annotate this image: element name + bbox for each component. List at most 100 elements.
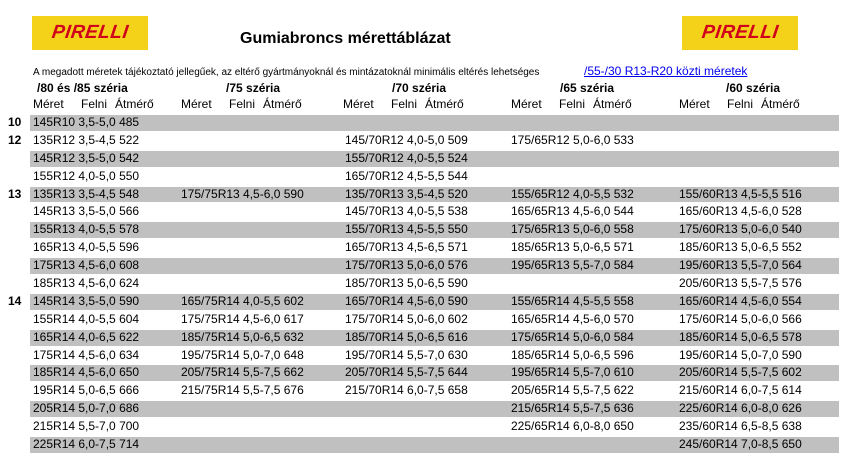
- column-label: Méret: [679, 97, 710, 111]
- tire-size-cell: 155R12 4,0-5,0 550: [33, 168, 140, 183]
- tire-size-cell: 155R14 4,0-5,5 604: [33, 311, 140, 326]
- series-header-60: /60 széria: [726, 81, 781, 95]
- table-row: 155R14 4,0-5,5 604 175/75R14 4,5-6,0 617 1…: [0, 311, 860, 329]
- column-label: Átmérő: [593, 97, 632, 111]
- tire-size-cell: 175/65R13 5,0-6,0 558: [511, 222, 634, 237]
- tire-size-cell: 195/70R14 5,5-7,0 630: [345, 347, 468, 362]
- tire-size-cell: 215/70R14 6,0-7,5 658: [345, 383, 468, 398]
- tire-size-cell: 165/65R14 4,5-6,0 570: [511, 311, 634, 326]
- column-label: Átmérő: [425, 97, 464, 111]
- tire-size-cell: 195/65R14 5,5-7,0 610: [511, 365, 634, 380]
- tire-size-cell: 195/65R13 5,5-7,0 584: [511, 258, 634, 273]
- tire-size-cell: 145R10 3,5-5,0 485: [33, 115, 140, 129]
- tire-size-cell: 175/70R13 5,0-6,0 576: [345, 258, 468, 273]
- tire-size-cell: 175/70R14 5,0-6,0 602: [345, 311, 468, 326]
- column-label: Felni: [81, 97, 108, 111]
- tire-size-cell: 225/65R14 6,0-8,0 650: [511, 419, 634, 434]
- table-row: 155R12 4,0-5,0 550 165/70R12 4,5-5,5 544: [0, 168, 860, 186]
- table-row: 165R14 4,0-6,5 622 185/75R14 5,0-6,5 632 1…: [0, 329, 860, 347]
- table-row: 175R13 4,5-6,0 608 175/70R13 5,0-6,0 576 1…: [0, 257, 860, 275]
- column-label: Felni: [391, 97, 418, 111]
- tire-size-cell: 155/60R13 4,5-5,5 516: [679, 186, 802, 201]
- logo-text: PIRELLI: [700, 22, 780, 43]
- tire-size-cell: 225/60R14 6,0-8,0 626: [679, 401, 802, 416]
- size-table: 10 145R10 3,5-5,0 485 12 135R12 3,5-4,5 522…: [0, 114, 860, 454]
- tire-size-cell: 245/60R14 7,0-8,5 650: [679, 437, 802, 452]
- column-label: Méret: [33, 97, 64, 111]
- tire-size-cell: 135/70R13 3,5-4,5 520: [345, 186, 468, 201]
- pirelli-logo-right: PIRELLI: [682, 16, 798, 50]
- column-label: Felni: [229, 97, 256, 111]
- tire-size-cell: 205/75R14 5,5-7,5 662: [181, 365, 304, 380]
- tire-size-cell: 185/70R14 5,0-6,5 616: [345, 329, 468, 344]
- column-label: Méret: [181, 97, 212, 111]
- tire-size-cell: 165/70R13 4,5-6,5 571: [345, 240, 468, 255]
- series-header-65: /65 széria: [560, 81, 615, 95]
- tire-size-cell: 175/75R14 4,5-6,0 617: [181, 311, 304, 326]
- tire-size-cell: 225R14 6,0-7,5 714: [33, 437, 140, 452]
- column-label: Felni: [727, 97, 754, 111]
- disclaimer-note: A megadott méretek tájékoztató jellegűek…: [33, 67, 540, 78]
- tire-size-cell: 205/60R14 5,5-7,5 602: [679, 365, 802, 380]
- rim-size-label: 13: [8, 186, 22, 201]
- series-header-75: /75 széria: [226, 81, 281, 95]
- column-label: Felni: [559, 97, 586, 111]
- tire-size-cell: 175/65R12 5,0-6,0 533: [511, 132, 634, 147]
- tire-size-cell: 165/70R14 4,5-6,0 590: [345, 293, 468, 308]
- tire-size-cell: 195R14 5,0-6,5 666: [33, 383, 140, 398]
- tire-size-cell: 195/75R14 5,0-7,0 648: [181, 347, 304, 362]
- tire-size-cell: 215R14 5,5-7,0 700: [33, 419, 140, 434]
- tire-size-cell: 185/65R14 5,0-6,5 596: [511, 347, 634, 362]
- tire-size-cell: 185/60R13 5,0-6,5 552: [679, 240, 802, 255]
- tire-size-cell: 195/60R14 5,0-7,0 590: [679, 347, 802, 362]
- tire-size-cell: 205/60R13 5,5-7,5 576: [679, 276, 802, 291]
- table-row: 195R14 5,0-6,5 666 215/75R14 5,5-7,5 676 2…: [0, 382, 860, 400]
- tire-size-cell: 145/70R12 4,0-5,0 509: [345, 132, 468, 147]
- series-header-70: /70 széria: [392, 81, 447, 95]
- table-row: 155R13 4,0-5,5 578 155/70R13 4,5-5,5 550 1…: [0, 221, 860, 239]
- table-row: 12 135R12 3,5-4,5 522 145/70R12 4,0-5,0 50…: [0, 132, 860, 150]
- column-label: Méret: [511, 97, 542, 111]
- table-row: 13 135R13 3,5-4,5 548 175/75R13 4,5-6,0 59…: [0, 186, 860, 204]
- tire-size-cell: 165/70R12 4,5-5,5 544: [345, 168, 468, 183]
- tire-size-cell: 135R13 3,5-4,5 548: [33, 186, 140, 201]
- sizes-link[interactable]: /55-/30 R13-R20 közti méretek: [584, 64, 747, 78]
- tire-size-cell: 165/60R14 4,5-6,0 554: [679, 293, 802, 308]
- tire-size-cell: 185R13 4,5-6,0 624: [33, 276, 140, 291]
- tire-size-cell: 185R14 4,5-6,0 650: [33, 365, 140, 380]
- tire-size-cell: 155/65R12 4,0-5,5 532: [511, 186, 634, 201]
- table-row: 14 145R14 3,5-5,0 590 165/75R14 4,0-5,5 60…: [0, 293, 860, 311]
- table-row: 185R14 4,5-6,0 650 205/75R14 5,5-7,5 662 2…: [0, 364, 860, 382]
- column-label: Átmérő: [115, 97, 154, 111]
- tire-size-cell: 155/70R12 4,0-5,5 524: [345, 150, 468, 165]
- tire-size-cell: 205/70R14 5,5-7,5 644: [345, 365, 468, 380]
- tire-size-cell: 195/60R13 5,5-7,0 564: [679, 258, 802, 273]
- tire-size-cell: 175R13 4,5-6,0 608: [33, 258, 140, 273]
- column-label: Átmérő: [263, 97, 302, 111]
- tire-size-cell: 175/60R14 5,0-6,0 566: [679, 311, 802, 326]
- series-header-80-85: /80 és /85 széria: [37, 81, 128, 95]
- table-row: 10 145R10 3,5-5,0 485: [0, 114, 860, 132]
- tire-size-cell: 165/60R13 4,5-6,0 528: [679, 204, 802, 219]
- tire-size-cell: 145/70R13 4,0-5,5 538: [345, 204, 468, 219]
- tire-size-cell: 145R14 3,5-5,0 590: [33, 293, 140, 308]
- rim-size-label: 14: [8, 293, 22, 308]
- tire-size-cell: 185/60R14 5,0-6,5 578: [679, 329, 802, 344]
- tire-size-cell: 185/65R13 5,0-6,5 571: [511, 240, 634, 255]
- column-label: Átmérő: [761, 97, 800, 111]
- tire-size-cell: 165R13 4,0-5,5 596: [33, 240, 140, 255]
- tire-size-cell: 205/65R14 5,5-7,5 622: [511, 383, 634, 398]
- tire-size-cell: 175/60R13 5,0-6,0 540: [679, 222, 802, 237]
- tire-size-cell: 185/70R13 5,0-6,5 590: [345, 276, 468, 291]
- tire-size-cell: 215/65R14 5,5-7,5 636: [511, 401, 634, 416]
- tire-size-cell: 235/60R14 6,5-8,5 638: [679, 419, 802, 434]
- tire-size-cell: 175R14 4,5-6,0 634: [33, 347, 140, 362]
- tire-size-cell: 185/75R14 5,0-6,5 632: [181, 329, 304, 344]
- tire-size-cell: 155R13 4,0-5,5 578: [33, 222, 140, 237]
- table-row: 145R13 3,5-5,0 566 145/70R13 4,0-5,5 538 1…: [0, 203, 860, 221]
- tire-size-cell: 165/75R14 4,0-5,5 602: [181, 293, 304, 308]
- tire-size-cell: 145R13 3,5-5,0 566: [33, 204, 140, 219]
- tire-size-cell: 165/65R13 4,5-6,0 544: [511, 204, 634, 219]
- tire-size-cell: 155/65R14 4,5-5,5 558: [511, 293, 634, 308]
- tire-size-cell: 215/75R14 5,5-7,5 676: [181, 383, 304, 398]
